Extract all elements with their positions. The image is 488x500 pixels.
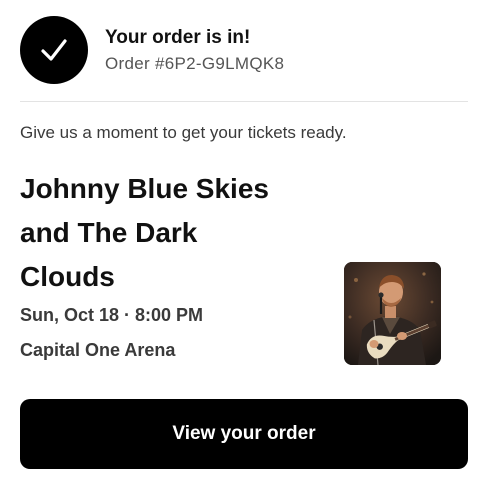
order-number: Order #6P2-G9LMQK8 <box>105 54 285 73</box>
event-title-line: and The Dark <box>20 217 198 248</box>
event-datetime: Sun, Oct 18 · 8:00 PM <box>20 305 204 325</box>
event-venue: Capital One Arena <box>20 340 176 360</box>
view-order-button[interactable]: View your order <box>20 399 468 469</box>
checkmark-icon <box>20 16 88 84</box>
tickets-ready-message: Give us a moment to get your tickets rea… <box>20 123 347 142</box>
order-header: Your order is in! Order #6P2-G9LMQK8 <box>20 16 468 86</box>
event-title-line: Clouds <box>20 261 115 292</box>
divider <box>20 101 468 102</box>
event-title: Johnny Blue Skies and The Dark Clouds <box>20 167 320 299</box>
event-title-line: Johnny Blue Skies <box>20 173 269 204</box>
order-confirmation-page: Your order is in! Order #6P2-G9LMQK8 Giv… <box>0 0 488 500</box>
order-status-title: Your order is in! <box>105 27 251 48</box>
performer-photo <box>344 262 441 365</box>
